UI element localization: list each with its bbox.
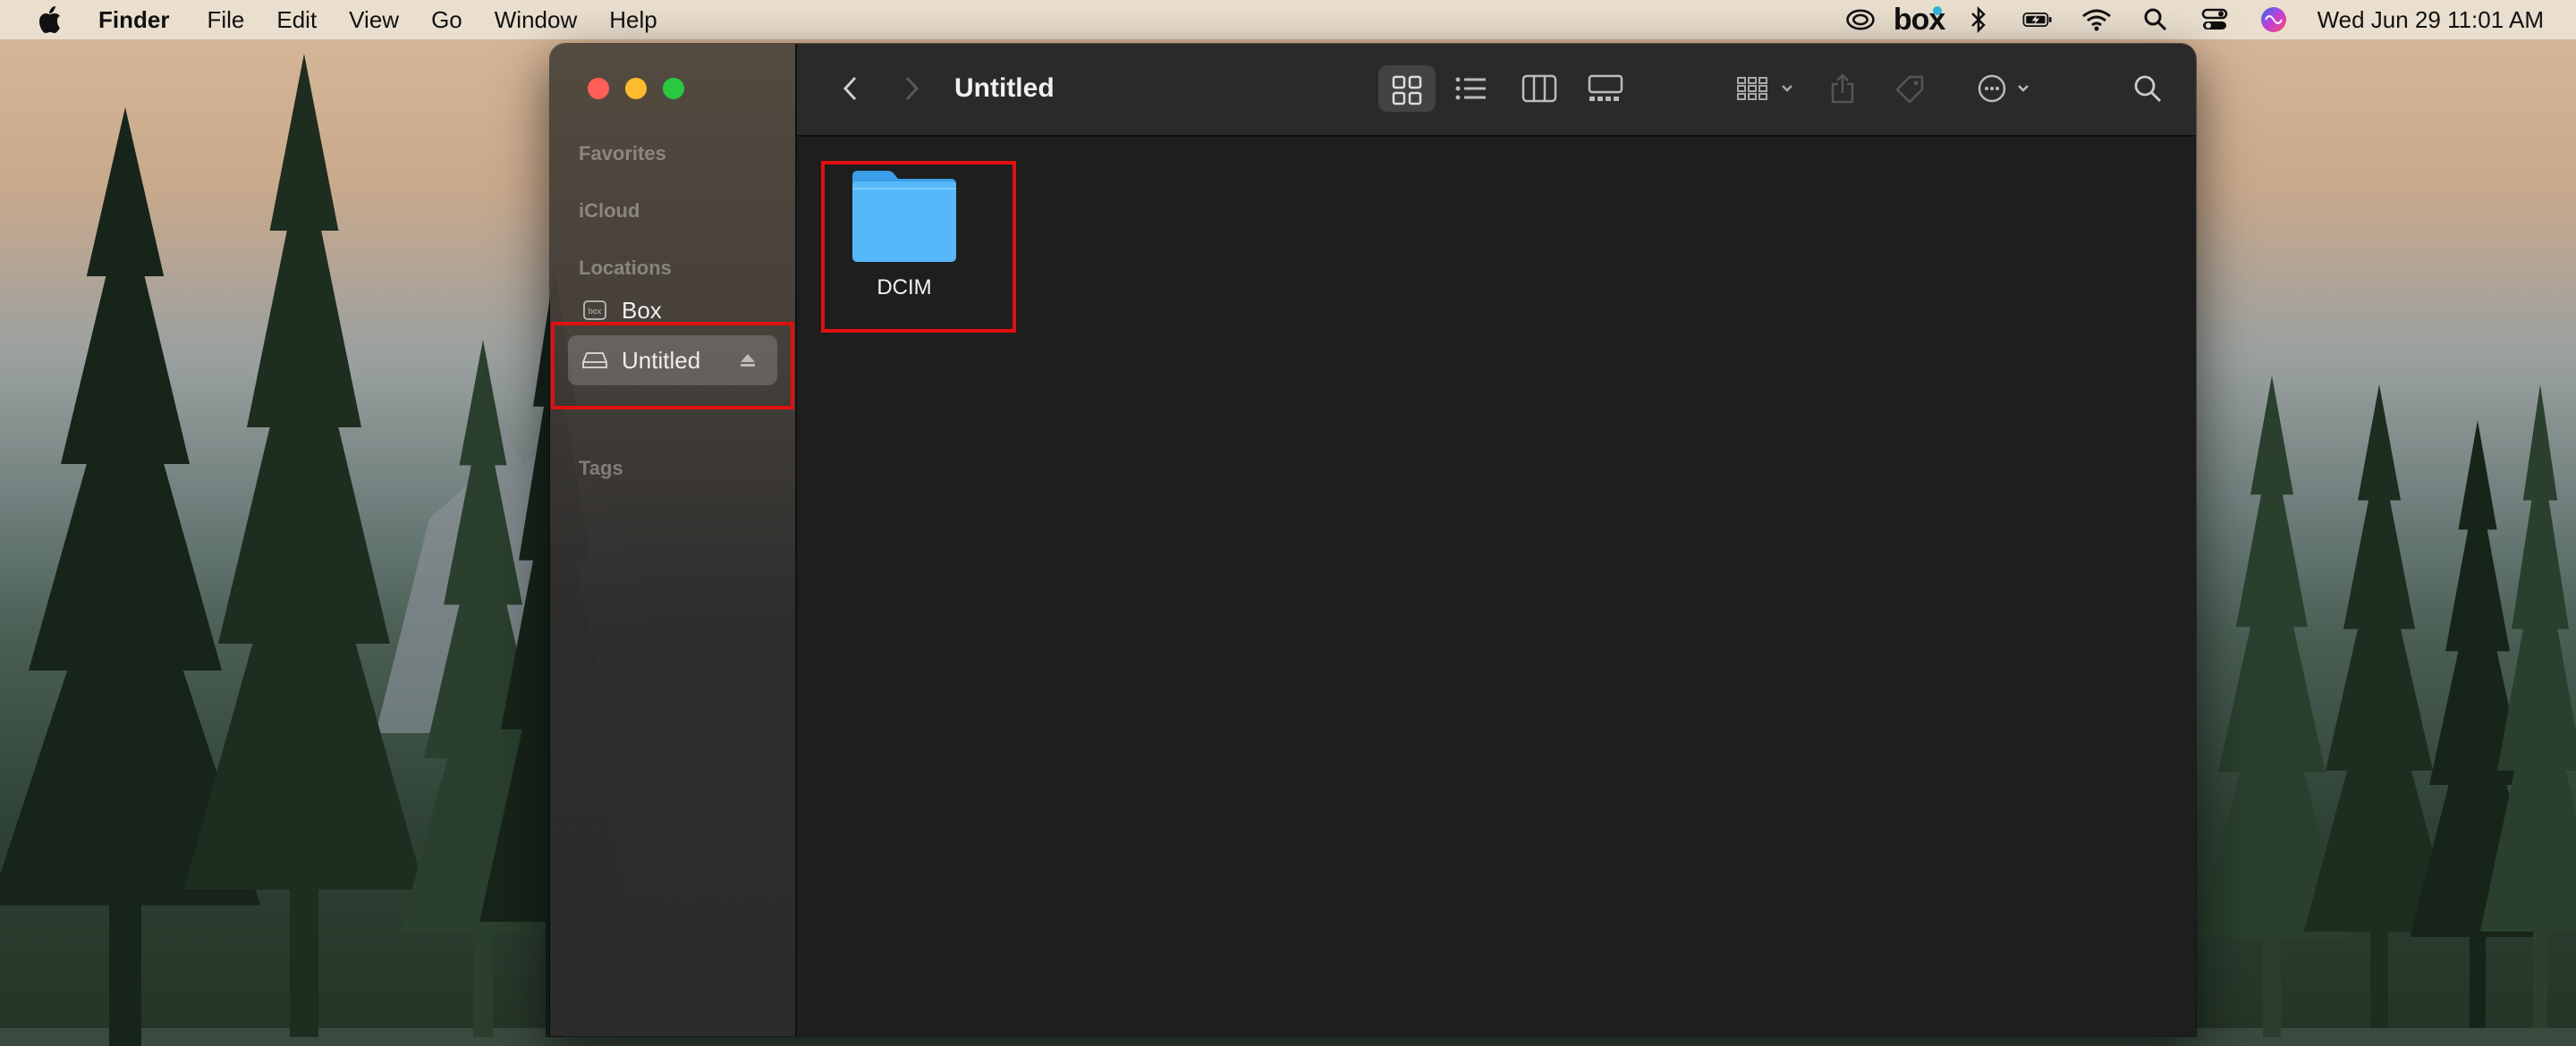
siri-icon[interactable] xyxy=(2258,4,2289,35)
sidebar-item-label: Box xyxy=(622,296,662,324)
sidebar: Favorites iCloud Locations box Box Untit… xyxy=(550,44,797,1036)
sidebar-section-tags[interactable]: Tags xyxy=(579,457,623,480)
menu-bar: Finder File Edit View Go Window Help box… xyxy=(0,0,2576,39)
sidebar-section-favorites[interactable]: Favorites xyxy=(579,142,666,165)
menu-view[interactable]: View xyxy=(349,6,399,34)
sidebar-section-icloud[interactable]: iCloud xyxy=(579,199,640,223)
wallpaper-tree xyxy=(183,54,425,1037)
toolbar: Untitled xyxy=(797,44,2196,137)
window-title: Untitled xyxy=(954,73,1055,103)
list-view-button[interactable] xyxy=(1453,71,1489,106)
forward-button[interactable] xyxy=(899,71,926,106)
zoom-window-button[interactable] xyxy=(663,78,684,99)
search-icon[interactable] xyxy=(2140,4,2171,35)
share-icon[interactable] xyxy=(1827,71,1858,106)
menu-file[interactable]: File xyxy=(207,6,244,34)
window-controls xyxy=(588,78,684,99)
menu-help[interactable]: Help xyxy=(609,6,657,34)
wifi-icon[interactable] xyxy=(2081,4,2112,35)
svg-text:box: box xyxy=(589,307,602,316)
apple-menu-icon[interactable] xyxy=(38,4,68,35)
highlight-box-dcim-folder xyxy=(821,161,1016,333)
minimize-window-button[interactable] xyxy=(625,78,647,99)
tag-icon[interactable] xyxy=(1892,71,1928,106)
back-button[interactable] xyxy=(836,71,863,106)
menu-go[interactable]: Go xyxy=(431,6,462,34)
creative-cloud-icon[interactable] xyxy=(1845,4,1876,35)
gallery-view-button[interactable] xyxy=(1586,71,1625,106)
more-actions-button[interactable] xyxy=(1976,71,2040,106)
menu-edit[interactable]: Edit xyxy=(276,6,317,34)
search-icon[interactable] xyxy=(2130,71,2165,106)
icon-view-button[interactable] xyxy=(1389,72,1425,108)
menu-finder[interactable]: Finder xyxy=(98,6,169,34)
menu-bar-extras: box Wed Jun 29 11:01 AM xyxy=(1845,3,2544,37)
column-view-button[interactable] xyxy=(1520,71,1559,106)
sidebar-section-locations[interactable]: Locations xyxy=(579,257,672,280)
bluetooth-icon[interactable] xyxy=(1963,4,1994,35)
menu-window[interactable]: Window xyxy=(495,6,577,34)
box-drive-icon: box xyxy=(582,298,607,323)
menu-bar-clock[interactable]: Wed Jun 29 11:01 AM xyxy=(2318,6,2544,34)
close-window-button[interactable] xyxy=(588,78,609,99)
highlight-box-sidebar-untitled xyxy=(551,322,794,409)
finder-window: Favorites iCloud Locations box Box Untit… xyxy=(549,43,2197,1037)
box-icon[interactable]: box xyxy=(1894,3,1945,37)
control-center-icon[interactable] xyxy=(2199,4,2230,35)
group-by-button[interactable] xyxy=(1734,71,1801,106)
wallpaper-tree xyxy=(2197,375,2347,1037)
battery-icon[interactable] xyxy=(2022,4,2053,35)
